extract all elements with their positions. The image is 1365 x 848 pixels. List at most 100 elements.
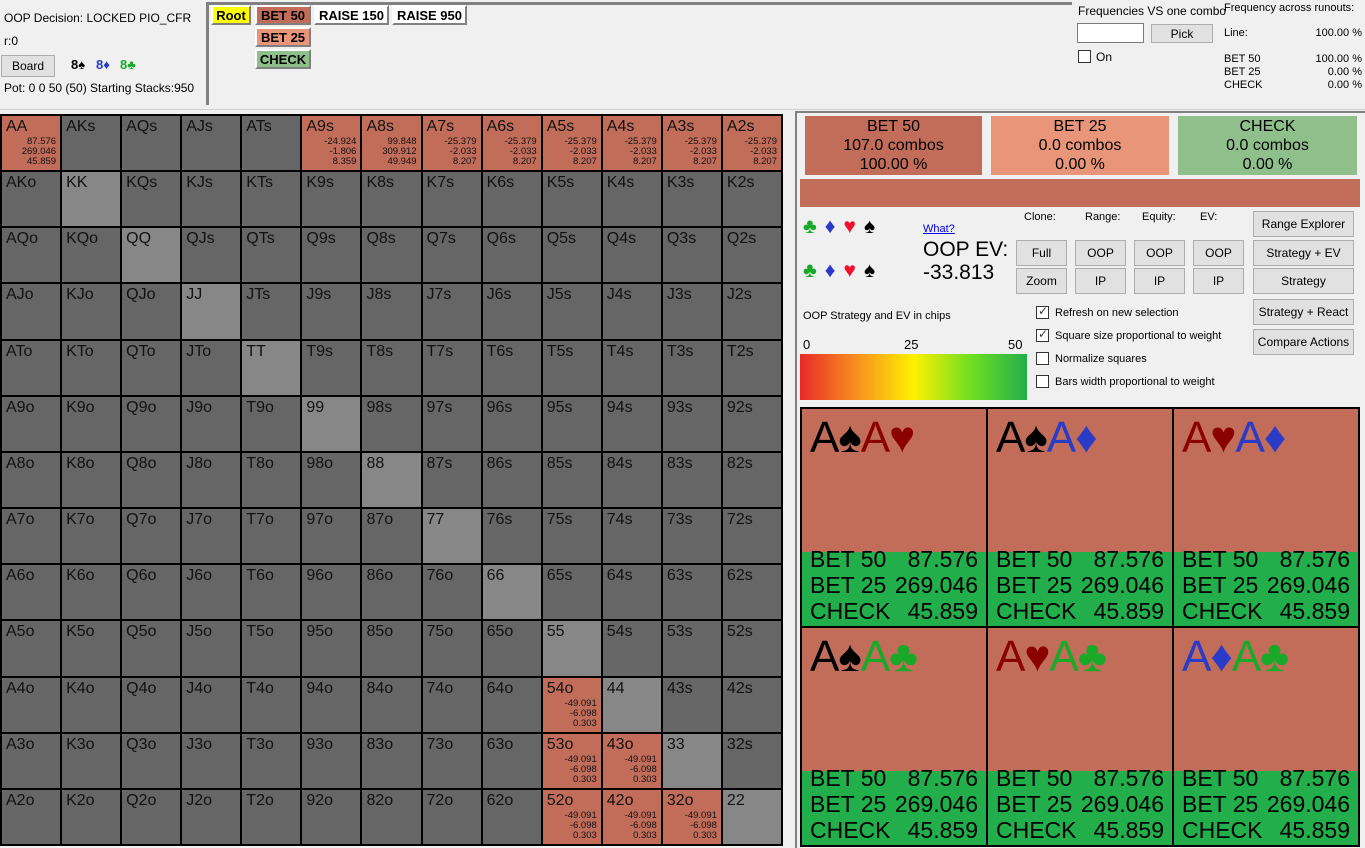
hand-cell-32s[interactable]: 32s <box>722 733 781 788</box>
hand-cell-73s[interactable]: 73s <box>662 509 721 564</box>
hand-cell-42s[interactable]: 42s <box>722 677 781 732</box>
hand-cell-83s[interactable]: 83s <box>662 452 721 508</box>
suit-filter-icon[interactable]: ♣ <box>803 259 825 282</box>
hand-cell-A7o[interactable]: A7o <box>2 509 61 564</box>
combo-tile[interactable]: A♠A♥ BET 50 87.576 BET 25 269.046 CHECK 45.859 <box>802 409 986 626</box>
hand-cell-ATo[interactable]: ATo <box>2 340 61 395</box>
hand-cell-J3s[interactable]: J3s <box>662 284 721 339</box>
hand-cell-K2o[interactable]: K2o <box>62 789 121 844</box>
hand-cell-94s[interactable]: 94s <box>602 396 661 451</box>
hand-cell-73o[interactable]: 73o <box>422 733 481 788</box>
range-ip-button[interactable]: IP <box>1075 268 1126 294</box>
ev-ip-button[interactable]: IP <box>1193 268 1244 294</box>
hand-cell-AJs[interactable]: AJs <box>182 116 241 171</box>
hand-cell-Q5o[interactable]: Q5o <box>122 621 181 676</box>
hand-cell-64o[interactable]: 64o <box>482 677 541 732</box>
hand-cell-Q7o[interactable]: Q7o <box>122 509 181 564</box>
ev-oop-button[interactable]: OOP <box>1193 240 1244 266</box>
hand-cell-98s[interactable]: 98s <box>362 396 421 451</box>
hand-cell-J6s[interactable]: J6s <box>482 284 541 339</box>
strategy-button[interactable]: Strategy <box>1253 268 1354 294</box>
suit-filter-icon[interactable]: ♦ <box>825 259 844 282</box>
hand-cell-K3o[interactable]: K3o <box>62 733 121 788</box>
hand-cell-J2o[interactable]: J2o <box>182 789 241 844</box>
hand-cell-QQ[interactable]: QQ <box>122 228 181 283</box>
hand-cell-A4s[interactable]: A4s -25.379 -2.033 8.207 <box>602 116 661 171</box>
hand-cell-74s[interactable]: 74s <box>602 509 661 564</box>
checkbox[interactable] <box>1036 304 1049 319</box>
hand-cell-J5o[interactable]: J5o <box>182 621 241 676</box>
hand-cell-Q6o[interactable]: Q6o <box>122 565 181 620</box>
hand-cell-JTo[interactable]: JTo <box>182 340 241 395</box>
hand-cell-A2o[interactable]: A2o <box>2 789 61 844</box>
hand-cell-65s[interactable]: 65s <box>542 565 601 620</box>
hand-cell-43o[interactable]: 43o -49.091 -6.098 0.303 <box>602 733 661 788</box>
hand-cell-J4o[interactable]: J4o <box>182 677 241 732</box>
checkbox[interactable] <box>1036 375 1049 388</box>
hand-cell-53s[interactable]: 53s <box>662 621 721 676</box>
hand-cell-KQs[interactable]: KQs <box>122 172 181 227</box>
hand-cell-KTo[interactable]: KTo <box>62 340 121 395</box>
hand-cell-K2s[interactable]: K2s <box>722 172 781 227</box>
hand-cell-J6o[interactable]: J6o <box>182 565 241 620</box>
tree-node-root[interactable]: Root <box>211 5 251 25</box>
hand-cell-Q2s[interactable]: Q2s <box>722 228 781 283</box>
tree-node-raise-150[interactable]: RAISE 150 <box>314 5 389 25</box>
hand-cell-J9s[interactable]: J9s <box>302 284 361 339</box>
hand-cell-AJo[interactable]: AJo <box>2 284 61 339</box>
hand-cell-K4s[interactable]: K4s <box>602 172 661 227</box>
hand-cell-85s[interactable]: 85s <box>542 452 601 508</box>
hand-cell-Q8s[interactable]: Q8s <box>362 228 421 283</box>
hand-cell-T5s[interactable]: T5s <box>542 340 601 395</box>
hand-cell-95s[interactable]: 95s <box>542 396 601 451</box>
hand-cell-KJo[interactable]: KJo <box>62 284 121 339</box>
suit-filter-icon[interactable]: ♠ <box>864 215 883 238</box>
tree-node-check[interactable]: CHECK <box>255 49 311 69</box>
action-summary-bet-50[interactable]: BET 50 107.0 combos 100.00 % <box>805 116 982 175</box>
hand-cell-84s[interactable]: 84s <box>602 452 661 508</box>
hand-cell-KJs[interactable]: KJs <box>182 172 241 227</box>
hand-cell-AQs[interactable]: AQs <box>122 116 181 171</box>
hand-cell-KK[interactable]: KK <box>62 172 121 227</box>
hand-cell-T3o[interactable]: T3o <box>242 733 301 788</box>
option-normalize-squares[interactable]: Normalize squares <box>1036 352 1147 365</box>
compare-actions-button[interactable]: Compare Actions <box>1253 329 1354 355</box>
hand-cell-A9s[interactable]: A9s -24.924 -1.806 8.359 <box>302 116 361 171</box>
option-bars-width-weight[interactable]: Bars width proportional to weight <box>1036 375 1215 388</box>
hand-cell-K5s[interactable]: K5s <box>542 172 601 227</box>
hand-cell-K7s[interactable]: K7s <box>422 172 481 227</box>
hand-cell-K3s[interactable]: K3s <box>662 172 721 227</box>
hand-cell-T6s[interactable]: T6s <box>482 340 541 395</box>
hand-cell-JJ[interactable]: JJ <box>182 284 241 339</box>
hand-cell-AKs[interactable]: AKs <box>62 116 121 171</box>
hand-cell-K6s[interactable]: K6s <box>482 172 541 227</box>
hand-cell-T8o[interactable]: T8o <box>242 452 301 508</box>
range-explorer-button[interactable]: Range Explorer <box>1253 211 1354 237</box>
hand-cell-22[interactable]: 22 <box>722 789 781 844</box>
hand-cell-63s[interactable]: 63s <box>662 565 721 620</box>
hand-cell-T2s[interactable]: T2s <box>722 340 781 395</box>
combo-tile[interactable]: A♦A♣ BET 50 87.576 BET 25 269.046 CHECK 45.859 <box>1174 628 1358 845</box>
hand-cell-75s[interactable]: 75s <box>542 509 601 564</box>
checkbox[interactable] <box>1036 352 1049 365</box>
hand-cell-Q6s[interactable]: Q6s <box>482 228 541 283</box>
hand-cell-T9s[interactable]: T9s <box>302 340 361 395</box>
hand-cell-A8s[interactable]: A8s 99.848 309.912 49.949 <box>362 116 421 171</box>
hand-cell-Q5s[interactable]: Q5s <box>542 228 601 283</box>
hand-cell-A7s[interactable]: A7s -25.379 -2.033 8.207 <box>422 116 481 171</box>
hand-cell-A3s[interactable]: A3s -25.379 -2.033 8.207 <box>662 116 721 171</box>
hand-cell-A6s[interactable]: A6s -25.379 -2.033 8.207 <box>482 116 541 171</box>
hand-cell-33[interactable]: 33 <box>662 733 721 788</box>
hand-cell-T5o[interactable]: T5o <box>242 621 301 676</box>
hand-cell-J8s[interactable]: J8s <box>362 284 421 339</box>
hand-cell-87s[interactable]: 87s <box>422 452 481 508</box>
checkbox[interactable] <box>1036 327 1049 342</box>
hand-cell-72o[interactable]: 72o <box>422 789 481 844</box>
hand-cell-76s[interactable]: 76s <box>482 509 541 564</box>
combo-tile[interactable]: A♠A♣ BET 50 87.576 BET 25 269.046 CHECK 45.859 <box>802 628 986 845</box>
strategy-react-button[interactable]: Strategy + React <box>1253 299 1354 325</box>
hand-cell-54s[interactable]: 54s <box>602 621 661 676</box>
hand-cell-97s[interactable]: 97s <box>422 396 481 451</box>
hand-cell-74o[interactable]: 74o <box>422 677 481 732</box>
hand-cell-QJo[interactable]: QJo <box>122 284 181 339</box>
